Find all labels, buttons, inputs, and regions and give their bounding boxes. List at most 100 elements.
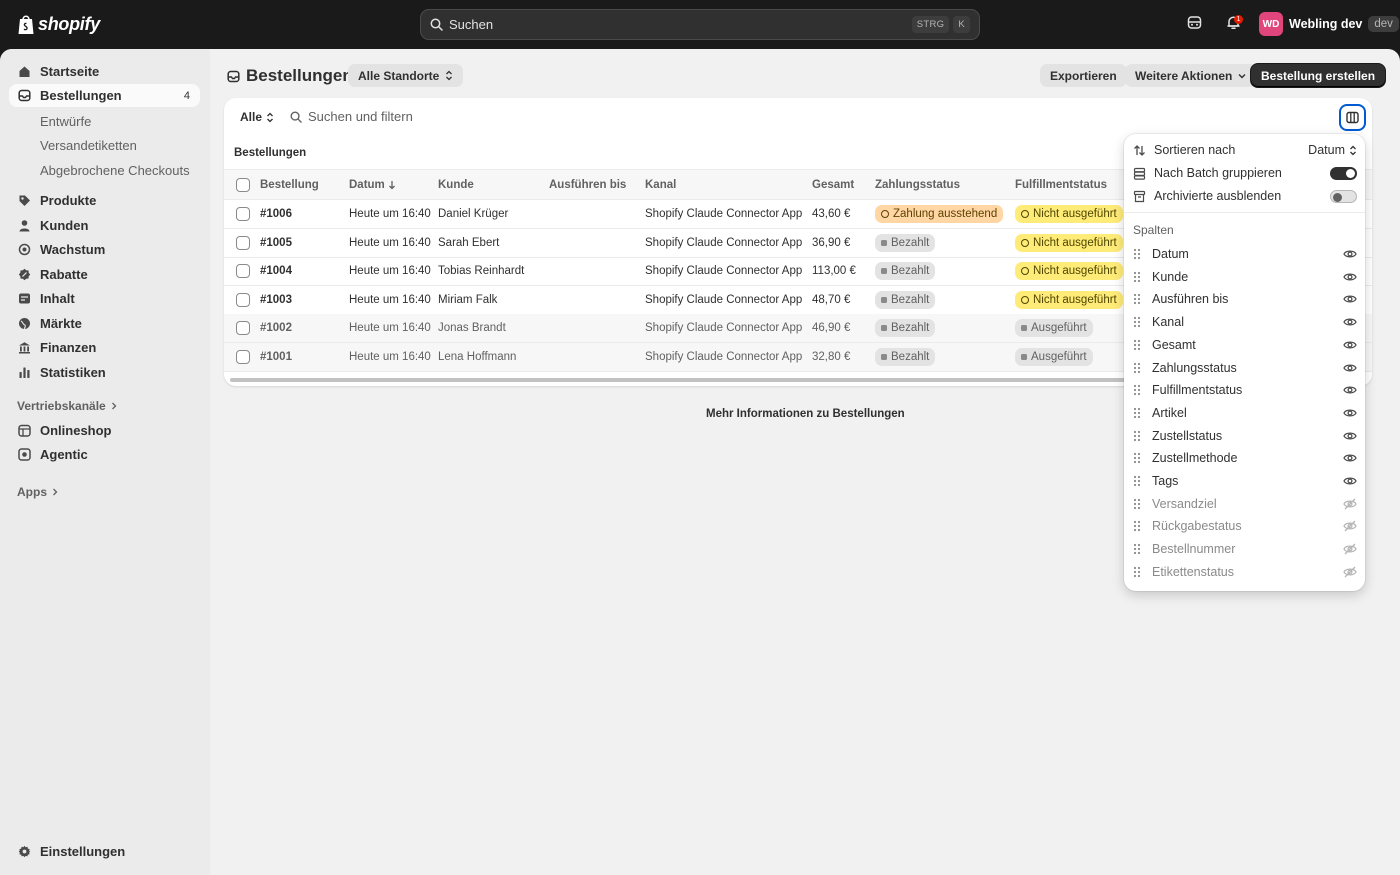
column-toggle-item[interactable]: Gesamt	[1133, 335, 1357, 355]
column-toggle-item[interactable]: Kunde	[1133, 267, 1357, 287]
row-checkbox[interactable]	[236, 207, 250, 221]
row-checkbox[interactable]	[236, 236, 250, 250]
sidebar-item-customers[interactable]: Kunden	[9, 214, 200, 237]
order-number[interactable]: #1002	[260, 322, 292, 334]
order-number[interactable]: #1003	[260, 294, 292, 306]
sidebar-item-discounts[interactable]: Rabatte	[9, 263, 200, 286]
eye-off-icon[interactable]	[1343, 497, 1357, 511]
store-menu[interactable]: WD Webling dev dev	[1259, 12, 1399, 36]
eye-off-icon[interactable]	[1343, 565, 1357, 579]
sidebar-item-settings[interactable]: Einstellungen	[9, 840, 200, 863]
more-actions-button[interactable]: Weitere Aktionen	[1125, 64, 1258, 87]
eye-icon[interactable]	[1343, 292, 1357, 306]
column-toggle-item[interactable]: Rückgabestatus	[1133, 516, 1357, 536]
select-all-checkbox[interactable]	[236, 178, 250, 192]
eye-icon[interactable]	[1343, 474, 1357, 488]
column-toggle-item[interactable]: Fulfillmentstatus	[1133, 380, 1357, 400]
row-checkbox[interactable]	[236, 264, 250, 278]
drag-handle-icon[interactable]	[1133, 543, 1141, 555]
eye-icon[interactable]	[1343, 361, 1357, 375]
column-toggle-item[interactable]: Tags	[1133, 471, 1357, 491]
sidebar-item-markets[interactable]: Märkte	[9, 312, 200, 335]
sidebar-subitem-abandoned-checkouts[interactable]: Abgebrochene Checkouts	[40, 163, 190, 178]
global-search[interactable]: Suchen STRG K	[420, 9, 980, 40]
eye-icon[interactable]	[1343, 383, 1357, 397]
export-button[interactable]: Exportieren	[1040, 64, 1127, 87]
drag-handle-icon[interactable]	[1133, 339, 1141, 351]
drag-handle-icon[interactable]	[1133, 384, 1141, 396]
sidebar-item-analytics[interactable]: Statistiken	[9, 361, 200, 384]
column-header-channel[interactable]: Kanal	[645, 179, 676, 191]
column-header-fulfillment-status[interactable]: Fulfillmentstatus	[1015, 179, 1107, 191]
drag-handle-icon[interactable]	[1133, 498, 1141, 510]
sidebar-item-orders[interactable]: Bestellungen 4	[9, 84, 200, 107]
order-number[interactable]: #1004	[260, 265, 292, 277]
sidebar-item-home[interactable]: Startseite	[9, 60, 200, 83]
column-header-customer[interactable]: Kunde	[438, 179, 474, 191]
sidebar-item-growth[interactable]: Wachstum	[9, 238, 200, 261]
sort-by-selector[interactable]: Datum	[1308, 143, 1357, 157]
eye-icon[interactable]	[1343, 338, 1357, 352]
eye-icon[interactable]	[1343, 429, 1357, 443]
hide-archived-toggle[interactable]	[1330, 189, 1357, 203]
column-toggle-item[interactable]: Artikel	[1133, 403, 1357, 423]
column-toggle-item[interactable]: Bestellnummer	[1133, 539, 1357, 559]
eye-icon[interactable]	[1343, 270, 1357, 284]
column-header-total[interactable]: Gesamt	[812, 179, 854, 191]
more-info-link[interactable]: Mehr Informationen zu Bestellungen	[706, 408, 905, 420]
drag-handle-icon[interactable]	[1133, 316, 1141, 328]
sidebar-item-finances[interactable]: Finanzen	[9, 336, 200, 359]
column-header-order[interactable]: Bestellung	[260, 179, 319, 191]
column-header-date[interactable]: Datum	[349, 179, 396, 191]
sidebar-subitem-shipping-labels[interactable]: Versandetiketten	[40, 138, 137, 153]
filter-search[interactable]: Suchen und filtern	[290, 109, 413, 124]
drag-handle-icon[interactable]	[1133, 430, 1141, 442]
eye-off-icon[interactable]	[1343, 542, 1357, 556]
horizontal-scrollbar[interactable]	[230, 378, 1130, 382]
sidebar-item-products[interactable]: Produkte	[9, 189, 200, 212]
drag-handle-icon[interactable]	[1133, 362, 1141, 374]
order-number[interactable]: #1006	[260, 208, 292, 220]
order-number[interactable]: #1001	[260, 351, 292, 363]
drag-handle-icon[interactable]	[1133, 271, 1141, 283]
sidekick-button[interactable]	[1187, 15, 1202, 30]
eye-icon[interactable]	[1343, 315, 1357, 329]
group-by-batch-toggle[interactable]	[1330, 166, 1357, 180]
eye-off-icon[interactable]	[1343, 519, 1357, 533]
sidebar-subitem-drafts[interactable]: Entwürfe	[40, 114, 91, 129]
drag-handle-icon[interactable]	[1133, 566, 1141, 578]
tab-all[interactable]: Alle	[240, 110, 274, 124]
column-toggle-item[interactable]: Datum	[1133, 244, 1357, 264]
create-order-button[interactable]: Bestellung erstellen	[1251, 64, 1386, 87]
location-selector[interactable]: Alle Standorte	[348, 64, 464, 87]
columns-button[interactable]	[1339, 104, 1366, 131]
row-checkbox[interactable]	[236, 293, 250, 307]
shopify-logo[interactable]: shopify	[17, 13, 100, 35]
eye-icon[interactable]	[1343, 451, 1357, 465]
sales-channels-heading[interactable]: Vertriebskanäle	[17, 399, 118, 413]
eye-icon[interactable]	[1343, 247, 1357, 261]
eye-icon[interactable]	[1343, 406, 1357, 420]
drag-handle-icon[interactable]	[1133, 452, 1141, 464]
sidebar-item-online-store[interactable]: Onlineshop	[9, 419, 200, 442]
drag-handle-icon[interactable]	[1133, 475, 1141, 487]
column-toggle-item[interactable]: Etikettenstatus	[1133, 562, 1357, 582]
order-number[interactable]: #1005	[260, 237, 292, 249]
drag-handle-icon[interactable]	[1133, 520, 1141, 532]
hide-archived-row[interactable]: Archivierte ausblenden	[1133, 186, 1357, 206]
row-checkbox[interactable]	[236, 350, 250, 364]
apps-heading[interactable]: Apps	[17, 485, 59, 499]
column-toggle-item[interactable]: Versandziel	[1133, 494, 1357, 514]
sidebar-item-content[interactable]: Inhalt	[9, 287, 200, 310]
column-toggle-item[interactable]: Kanal	[1133, 312, 1357, 332]
column-header-fulfill-by[interactable]: Ausführen bis	[549, 179, 626, 191]
drag-handle-icon[interactable]	[1133, 293, 1141, 305]
column-header-payment-status[interactable]: Zahlungsstatus	[875, 179, 960, 191]
column-toggle-item[interactable]: Ausführen bis	[1133, 289, 1357, 309]
column-toggle-item[interactable]: Zustellmethode	[1133, 448, 1357, 468]
sidebar-item-agentic[interactable]: Agentic	[9, 443, 200, 466]
sort-by-row[interactable]: Sortieren nach Datum	[1133, 140, 1357, 160]
column-toggle-item[interactable]: Zahlungsstatus	[1133, 358, 1357, 378]
row-checkbox[interactable]	[236, 321, 250, 335]
drag-handle-icon[interactable]	[1133, 407, 1141, 419]
